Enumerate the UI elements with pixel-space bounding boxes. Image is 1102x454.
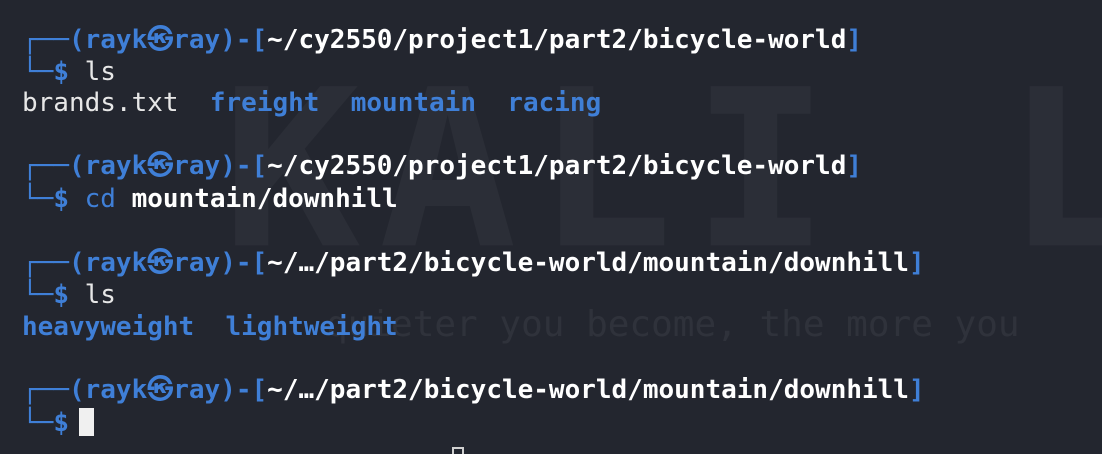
output-directory: heavyweight (22, 312, 195, 342)
prompt-frame: )-[ (220, 375, 268, 405)
prompt-frame: ┌──( (22, 375, 85, 405)
command-line: └─$ ls (22, 278, 116, 312)
command-text: ls (84, 280, 116, 310)
prompt-header: ┌──(rayk㉿ray)-[~/cy2550/project1/part2/b… (22, 149, 862, 183)
command-argument: mountain/downhill (131, 184, 398, 214)
command-line: └─$ ls (22, 55, 116, 89)
command-text: ls (84, 57, 116, 87)
prompt-frame: └─ (22, 184, 54, 214)
mouse-pointer-icon (452, 447, 464, 454)
prompt-frame: └─ (22, 408, 54, 438)
command-text: cd (84, 184, 116, 214)
prompt-frame: ┌──( (22, 25, 85, 55)
prompt-dollar: $ (53, 408, 69, 438)
terminal-window[interactable]: KALI LOO quieter you become, the more yo… (0, 0, 1102, 454)
prompt-frame: ┌──( (22, 248, 85, 278)
prompt-frame: ] (908, 248, 925, 278)
prompt-path: ~/cy2550/project1/part2/bicycle-world (267, 151, 847, 181)
prompt-frame: ┌──( (22, 151, 85, 181)
kali-watermark-quote: quieter you become, the more you (326, 304, 1020, 345)
prompt-dollar: $ (53, 280, 69, 310)
prompt-user-host: rayk㉿ray (84, 151, 221, 181)
prompt-path: ~/cy2550/project1/part2/bicycle-world (267, 25, 847, 55)
prompt-frame: └─ (22, 57, 54, 87)
prompt-frame: )-[ (220, 151, 268, 181)
prompt-user-host: rayk㉿ray (84, 375, 221, 405)
prompt-dollar: $ (53, 184, 69, 214)
prompt-user-host: rayk㉿ray (84, 248, 221, 278)
output-directory: freight (209, 88, 320, 118)
prompt-path: ~/…/part2/bicycle-world/mountain/downhil… (267, 375, 909, 405)
text-cursor[interactable] (78, 407, 94, 436)
prompt-frame: )-[ (220, 248, 268, 278)
prompt-frame: )-[ (220, 25, 268, 55)
output-directory: racing (507, 88, 602, 118)
prompt-user-host: rayk㉿ray (84, 25, 221, 55)
output-file: brands.txt (22, 88, 179, 118)
prompt-frame: ] (846, 151, 863, 181)
output-directory: mountain (350, 88, 476, 118)
prompt-header: ┌──(rayk㉿ray)-[~/cy2550/project1/part2/b… (22, 23, 862, 57)
prompt-path: ~/…/part2/bicycle-world/mountain/downhil… (267, 248, 909, 278)
prompt-frame: ] (908, 375, 925, 405)
command-output: heavyweight lightweight (22, 310, 398, 344)
prompt-frame: ] (846, 25, 863, 55)
output-directory: lightweight (225, 312, 398, 342)
prompt-header: ┌──(rayk㉿ray)-[~/…/part2/bicycle-world/m… (22, 246, 925, 280)
prompt-frame: └─ (22, 280, 54, 310)
command-line: └─$ cd mountain/downhill (22, 182, 398, 216)
command-input-line[interactable]: └─$ (22, 406, 94, 440)
command-output: brands.txt freight mountain racing (22, 86, 601, 120)
prompt-header: ┌──(rayk㉿ray)-[~/…/part2/bicycle-world/m… (22, 373, 925, 407)
prompt-dollar: $ (53, 57, 69, 87)
